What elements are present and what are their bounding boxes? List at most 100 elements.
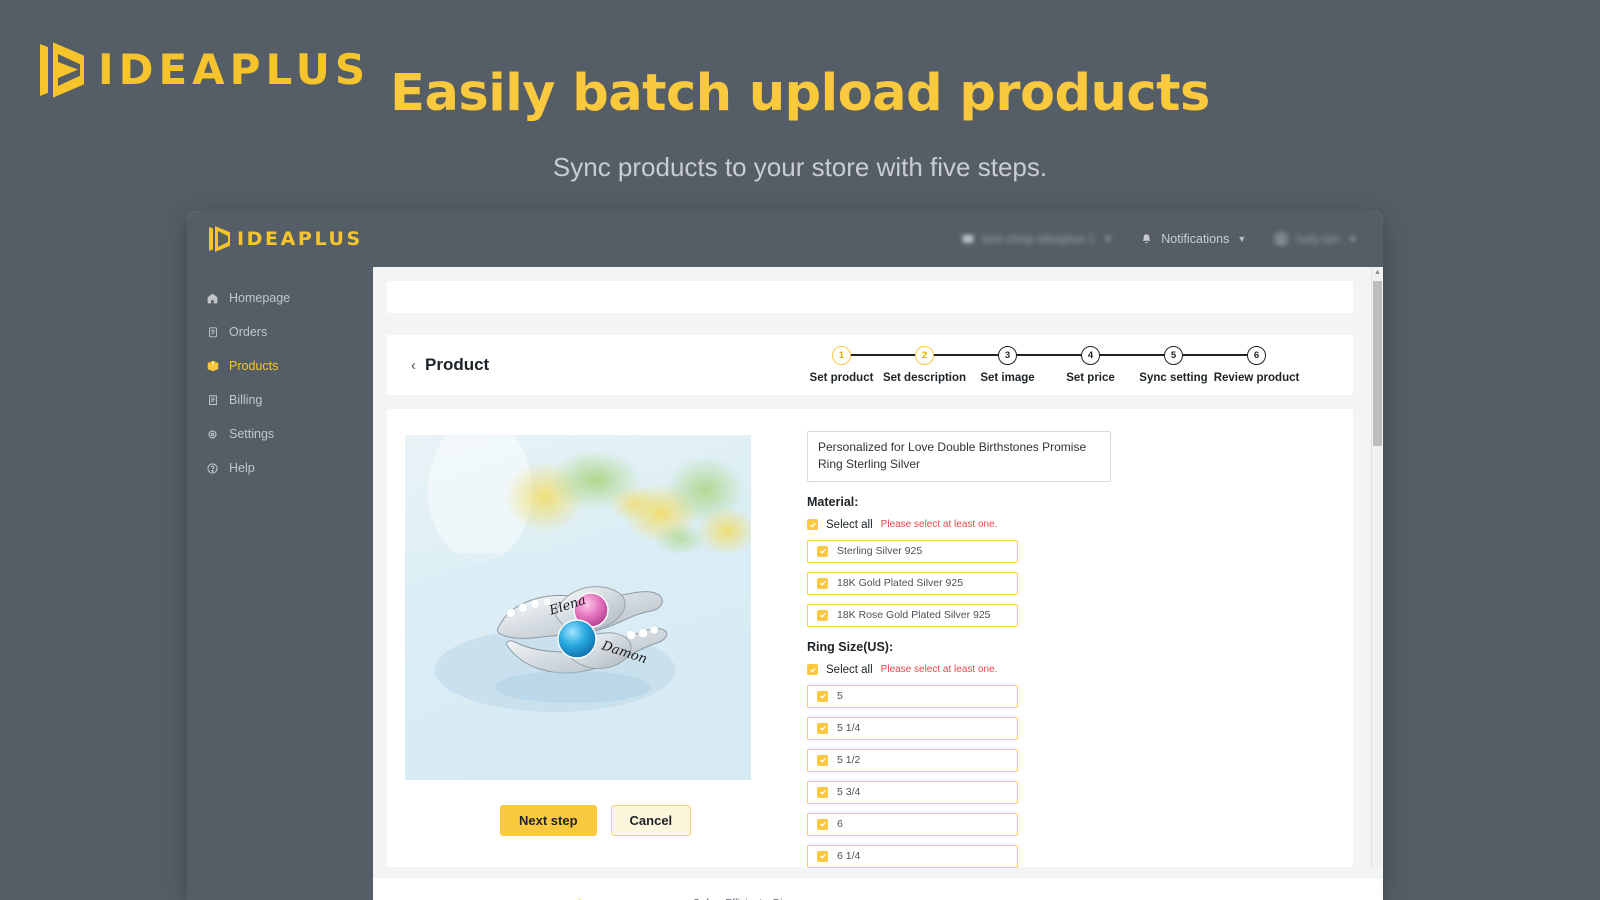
step-number: 3 [998, 346, 1017, 365]
step-set-description[interactable]: 2 Set description [882, 346, 1008, 384]
checkbox-checked-icon[interactable] [817, 786, 828, 798]
checkbox-checked-icon[interactable] [817, 577, 828, 589]
sidebar-item-orders[interactable]: Orders [187, 315, 373, 349]
step-label: Review product [1213, 372, 1300, 384]
avatar [1274, 232, 1288, 246]
app-logo[interactable]: IDEAPLUS [209, 225, 363, 253]
back-to-product-link[interactable]: ‹ Product [411, 355, 489, 375]
ring-size-select-all-row[interactable]: Select all Please select at least one. [807, 664, 1337, 676]
select-all-label: Select all [826, 518, 873, 531]
step-sync-setting[interactable]: 5 Sync setting [1132, 346, 1257, 384]
sidebar-item-homepage[interactable]: Homepage [187, 281, 373, 315]
checkbox-checked-icon[interactable] [807, 664, 818, 676]
ring-size-option[interactable]: 5 [807, 684, 1018, 708]
checkbox-checked-icon[interactable] [817, 609, 828, 621]
product-form-card: Elena Damon Next step Cancel Personalize… [387, 409, 1353, 900]
option-label: 18K Gold Plated Silver 925 [837, 577, 964, 590]
app-body: Homepage Orders Products Billing Setting… [187, 267, 1383, 900]
ring-size-option[interactable]: 5 3/4 [807, 780, 1018, 804]
step-label: Set price [1066, 372, 1115, 384]
ring-size-option[interactable]: 6 1/4 [807, 844, 1018, 868]
material-validation-message: Please select at least one. [880, 519, 998, 531]
receipt-icon [205, 393, 220, 408]
app-wordmark: IDEAPLUS [237, 228, 363, 250]
app-window: IDEAPLUS test-shop-ideaplus-1 ▼ Notifica… [187, 211, 1383, 900]
sidebar-item-label: Orders [229, 325, 268, 339]
promo-headline: Easily batch upload products [390, 64, 1210, 123]
next-step-button[interactable]: Next step [500, 805, 597, 836]
sidebar-item-settings[interactable]: Settings [187, 417, 373, 451]
checkbox-checked-icon[interactable] [817, 722, 828, 734]
step-label: Set description [882, 372, 967, 384]
sidebar-item-label: Products [229, 359, 279, 373]
promo-subhead: Sync products to your store with five st… [552, 152, 1048, 182]
checkbox-checked-icon[interactable] [817, 545, 828, 557]
sidebar-item-products[interactable]: Products [187, 349, 373, 383]
footer-tagline-line1: Safe、Efficient、Diverse [693, 896, 862, 900]
step-review-product[interactable]: 6 Review product [1213, 346, 1300, 384]
chevron-down-icon: ▼ [1103, 234, 1113, 244]
store-selector-label: test-shop-ideaplus-1 [982, 232, 1096, 246]
step-set-price[interactable]: 4 Set price [1049, 346, 1174, 384]
step-label: Set image [980, 372, 1035, 384]
ring-size-option[interactable]: 5 1/2 [807, 748, 1018, 772]
sidebar-item-label: Billing [229, 393, 263, 407]
wizard-stepper: 1 Set product 2 Set description 3 Set im… [800, 346, 1300, 384]
material-option[interactable]: Sterling Silver 925 [807, 539, 1018, 563]
material-option[interactable]: 18K Gold Plated Silver 925 [807, 571, 1018, 595]
clipboard-icon [205, 325, 220, 340]
product-image[interactable]: Elena Damon [405, 435, 751, 780]
option-label: 6 1/4 [837, 850, 861, 863]
ring-size-section-label: Ring Size(US): [807, 639, 894, 654]
checkbox-checked-icon[interactable] [817, 690, 828, 702]
account-menu[interactable]: ludy-lan ▼ [1274, 232, 1357, 246]
sidebar: Homepage Orders Products Billing Setting… [187, 267, 373, 900]
home-icon [205, 291, 220, 306]
topbar-right: test-shop-ideaplus-1 ▼ Notifications ▼ l… [962, 232, 1357, 246]
step-label: Sync setting [1139, 372, 1208, 384]
top-spacer-card [387, 281, 1353, 313]
option-label: 5 3/4 [837, 786, 861, 799]
checkbox-checked-icon[interactable] [817, 850, 828, 862]
notifications-menu[interactable]: Notifications ▼ [1140, 232, 1246, 246]
material-option[interactable]: 18K Rose Gold Plated Silver 925 [807, 603, 1018, 627]
checkbox-checked-icon[interactable] [817, 754, 828, 766]
chevron-left-icon: ‹ [411, 356, 416, 374]
option-label: Sterling Silver 925 [837, 545, 923, 558]
chevron-down-icon: ▼ [1237, 234, 1247, 244]
option-label: 6 [837, 818, 843, 831]
app-footer: IDEAPLUS Safe、Efficient、Diverse Product … [373, 877, 1383, 900]
store-selector[interactable]: test-shop-ideaplus-1 ▼ [962, 232, 1112, 246]
content-scrollbar[interactable]: ▲ [1371, 267, 1383, 867]
step-number: 2 [915, 346, 934, 365]
checkbox-checked-icon[interactable] [817, 818, 828, 830]
sidebar-item-help[interactable]: Help [187, 451, 373, 485]
step-set-product[interactable]: 1 Set product [800, 346, 925, 384]
material-select-all-row[interactable]: Select all Please select at least one. [807, 519, 1337, 531]
option-label: 18K Rose Gold Plated Silver 925 [837, 609, 991, 622]
variant-form: Personalized for Love Double Birthstones… [807, 431, 1337, 900]
chevron-down-icon: ▼ [1348, 234, 1357, 244]
select-all-label: Select all [826, 663, 873, 676]
ring-size-option[interactable]: 5 1/4 [807, 716, 1018, 740]
page-title: Product [425, 355, 490, 374]
product-title-input[interactable]: Personalized for Love Double Birthstones… [807, 431, 1111, 482]
sidebar-item-label: Help [229, 461, 255, 475]
sidebar-item-billing[interactable]: Billing [187, 383, 373, 417]
checkbox-checked-icon[interactable] [807, 519, 818, 531]
cancel-button[interactable]: Cancel [610, 805, 692, 836]
material-section-label: Material: [807, 494, 859, 509]
sidebar-item-label: Homepage [229, 291, 291, 305]
step-set-image[interactable]: 3 Set image [966, 346, 1091, 384]
ring-size-option[interactable]: 6 [807, 812, 1018, 836]
notifications-label: Notifications [1161, 232, 1230, 246]
sidebar-item-label: Settings [229, 427, 275, 441]
option-label: 5 1/2 [837, 754, 861, 767]
scrollbar-thumb[interactable] [1373, 281, 1382, 446]
gear-icon [205, 427, 220, 442]
account-label: ludy-lan [1296, 232, 1341, 246]
step-number: 5 [1164, 346, 1183, 365]
scroll-up-arrow-icon[interactable]: ▲ [1372, 267, 1383, 277]
option-label: 5 [837, 690, 843, 703]
promo-page: IDEAPLUS Easily batch upload products Sy… [0, 0, 1600, 900]
